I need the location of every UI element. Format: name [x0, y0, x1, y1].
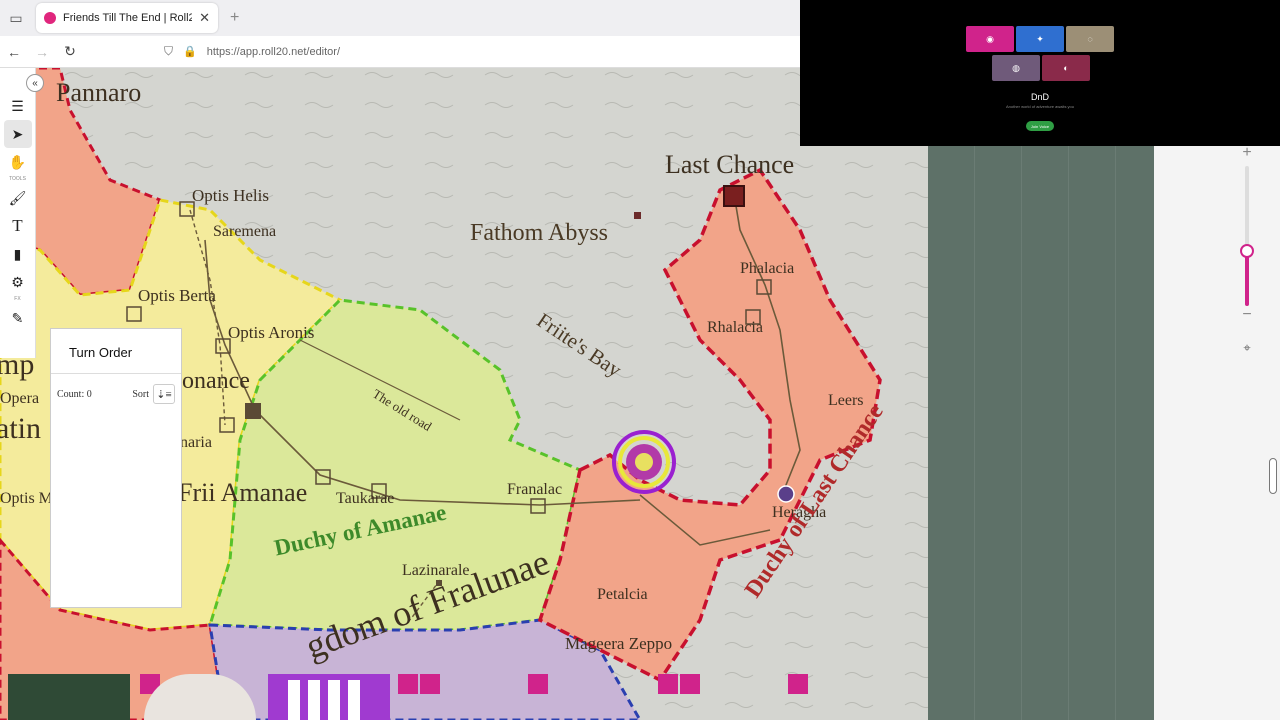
zoom-slider-handle[interactable] — [1240, 244, 1254, 258]
roll20-favicon-icon — [44, 12, 56, 24]
thumbnail-badge — [680, 674, 700, 694]
thumbnail-badge — [398, 674, 418, 694]
magic-wand-icon[interactable]: ✎ — [4, 304, 32, 332]
thumbnail-image[interactable] — [8, 674, 130, 720]
map-label-saremena: Saremena — [213, 223, 277, 240]
dice-icon[interactable]: ⚙ — [4, 268, 32, 296]
shield-icon[interactable]: ⛉ — [164, 44, 173, 59]
select-tool-icon[interactable]: ➤ — [3, 120, 32, 148]
zoom-out-button[interactable]: − — [1236, 306, 1258, 324]
map-label-leers: Leers — [828, 392, 864, 409]
tab-list-icon[interactable]: ▭ — [0, 0, 32, 36]
browser-tab-bar: ▭ Friends Till The End | Roll20 ✕ + — [0, 0, 800, 36]
reload-icon[interactable]: ↻ — [56, 43, 84, 60]
text-tool-icon[interactable]: T — [4, 212, 32, 240]
map-label-onance: onance — [182, 368, 250, 394]
recenter-crosshair-icon[interactable]: ⌖ — [1237, 340, 1257, 360]
map-label-mageera-zeppo: Mageera Zeppo — [565, 634, 673, 653]
draw-brush-icon[interactable]: 🖌 — [4, 184, 32, 212]
zoom-slider[interactable] — [1245, 166, 1249, 306]
turn-order-title: Turn Order — [69, 345, 133, 360]
map-label-last-chance: Last Chance — [665, 150, 795, 179]
count-value: 0 — [86, 388, 92, 400]
pan-hand-icon[interactable]: ✋ — [4, 148, 32, 176]
back-arrow-icon[interactable]: ← — [0, 44, 28, 60]
ruler-icon[interactable]: ▮ — [4, 240, 32, 268]
bottom-thumbnail-strip — [0, 674, 928, 720]
tools-label: TOOLS — [9, 176, 26, 182]
map-label-pannaro: Pannaro — [56, 78, 142, 107]
overlay-subtitle: Another world of adventure awaits you — [1005, 104, 1075, 109]
thumbnail-image[interactable] — [144, 674, 256, 720]
sort-label: Sort — [132, 388, 149, 400]
address-bar[interactable]: ⛉ 🔒 https://app.roll20.net/editor/ — [164, 44, 340, 59]
map-label-optis-berta: Optis Berta — [138, 286, 216, 305]
turn-order-count: Count: 0 — [57, 389, 132, 400]
thumbnail-badge — [658, 674, 678, 694]
map-label-optis-aronis: Optis Aronis — [228, 323, 315, 342]
ocean-texture — [928, 146, 1154, 720]
right-sidebar — [1154, 146, 1280, 720]
thumbnail-image[interactable] — [268, 674, 390, 720]
close-tab-icon[interactable]: ✕ — [199, 10, 210, 26]
participant-tile[interactable]: ◐ — [1042, 55, 1090, 81]
join-voice-button[interactable]: Join Voice — [1026, 121, 1054, 131]
browser-tab[interactable]: Friends Till The End | Roll20 ✕ — [36, 3, 218, 33]
zoom-in-button[interactable]: + — [1238, 144, 1256, 162]
map-label-fathom-abyss: Fathom Abyss — [470, 220, 609, 246]
browser-nav-bar: ← → ↻ ⛉ 🔒 https://app.roll20.net/editor/ — [0, 36, 800, 68]
left-toolbar: ☰ ➤ ✋ TOOLS 🖌 T ▮ ⚙ FX ✎ — [0, 68, 36, 358]
collapse-toolbar-icon[interactable]: « — [26, 74, 44, 92]
overlay-title: DnD — [1030, 92, 1049, 102]
fx-label: FX — [14, 296, 21, 302]
map-label-petalcia: Petalcia — [597, 586, 648, 603]
participant-tile[interactable]: ◍ — [992, 55, 1040, 81]
lock-icon: 🔒 — [183, 46, 197, 58]
forward-arrow-icon[interactable]: → — [28, 44, 56, 60]
map-label-atin: atin — [0, 412, 41, 445]
scrollbar-thumb[interactable] — [1269, 458, 1277, 494]
thumbnail-badge — [788, 674, 808, 694]
map-label-taukarae: Taukarae — [336, 490, 395, 507]
thumbnail-badge — [420, 674, 440, 694]
map-label-frii-amanae: Frii Amanae — [178, 478, 308, 507]
voice-overlay: ◉ ✦ ◌ ◍ ◐ DnD Another world of adventure… — [800, 0, 1280, 146]
roll20-editor: ▭ Friends Till The End | Roll20 ✕ + ← → … — [0, 0, 1280, 720]
map-label-naria: naria — [180, 434, 212, 451]
thumbnail-badge — [528, 674, 548, 694]
participant-tile[interactable]: ◉ — [966, 26, 1014, 52]
map-label-phalacia: Phalacia — [740, 260, 795, 277]
sort-button[interactable]: ⇣≡ — [153, 384, 175, 404]
map-label-rhalacia: Rhalacia — [707, 319, 763, 336]
map-label-opera: Opera — [0, 390, 40, 407]
zoom-slider-fill — [1245, 250, 1249, 306]
new-tab-button[interactable]: + — [230, 9, 239, 27]
sort-icon: ⇣≡ — [156, 388, 172, 401]
turn-order-panel[interactable]: Turn Order Count: 0 Sort ⇣≡ — [50, 328, 182, 608]
count-label: Count: — [57, 388, 85, 400]
map-label-optis-m: Optis M — [0, 490, 53, 507]
map-label-optis-helis: Optis Helis — [192, 186, 269, 205]
url-text: https://app.roll20.net/editor/ — [206, 45, 341, 58]
map-label-franalac: Franalac — [507, 481, 563, 498]
tab-title: Friends Till The End | Roll20 — [63, 12, 193, 24]
participant-tile[interactable]: ◌ — [1066, 26, 1114, 52]
participant-tile[interactable]: ✦ — [1016, 26, 1064, 52]
menu-icon[interactable]: ☰ — [4, 92, 32, 120]
